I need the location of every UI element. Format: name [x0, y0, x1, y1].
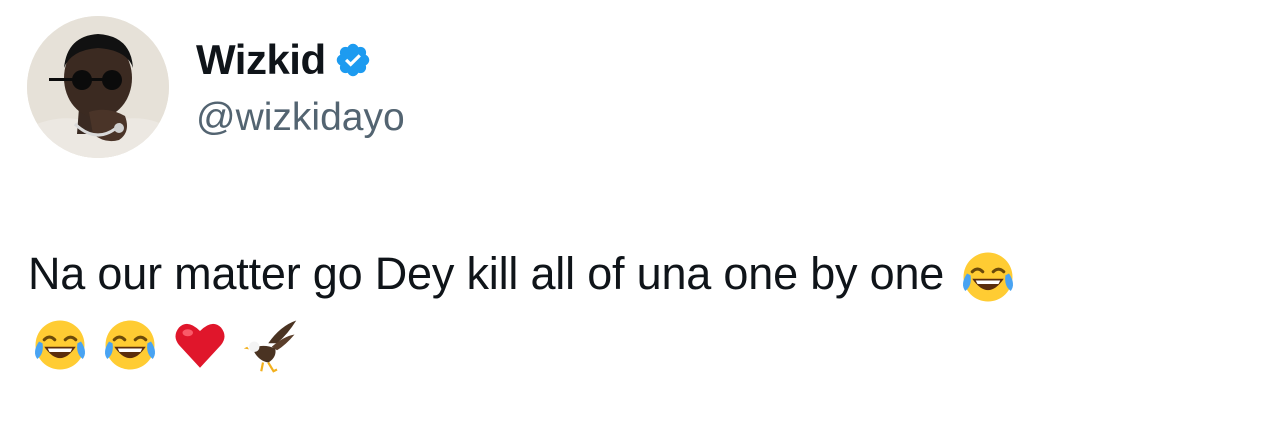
user-name-row: Wizkid [196, 32, 372, 88]
tweet-card: Wizkid @wizkidayo Na our matter go Dey k… [0, 0, 1284, 427]
tears-of-joy-emoji-icon [32, 317, 88, 373]
tweet-emoji-line [28, 317, 1248, 373]
tweet-text-body: Na our matter go Dey kill all of una one… [28, 248, 945, 299]
tears-of-joy-emoji-icon [102, 317, 158, 373]
display-name[interactable]: Wizkid [196, 36, 326, 84]
avatar[interactable] [27, 16, 169, 158]
red-heart-emoji-icon [172, 317, 228, 373]
verified-badge-icon [334, 41, 372, 79]
user-handle[interactable]: @wizkidayo [196, 96, 405, 140]
eagle-emoji-icon [242, 317, 298, 373]
tears-of-joy-emoji-icon [960, 249, 1016, 305]
tweet-text: Na our matter go Dey kill all of una one… [28, 244, 1248, 373]
